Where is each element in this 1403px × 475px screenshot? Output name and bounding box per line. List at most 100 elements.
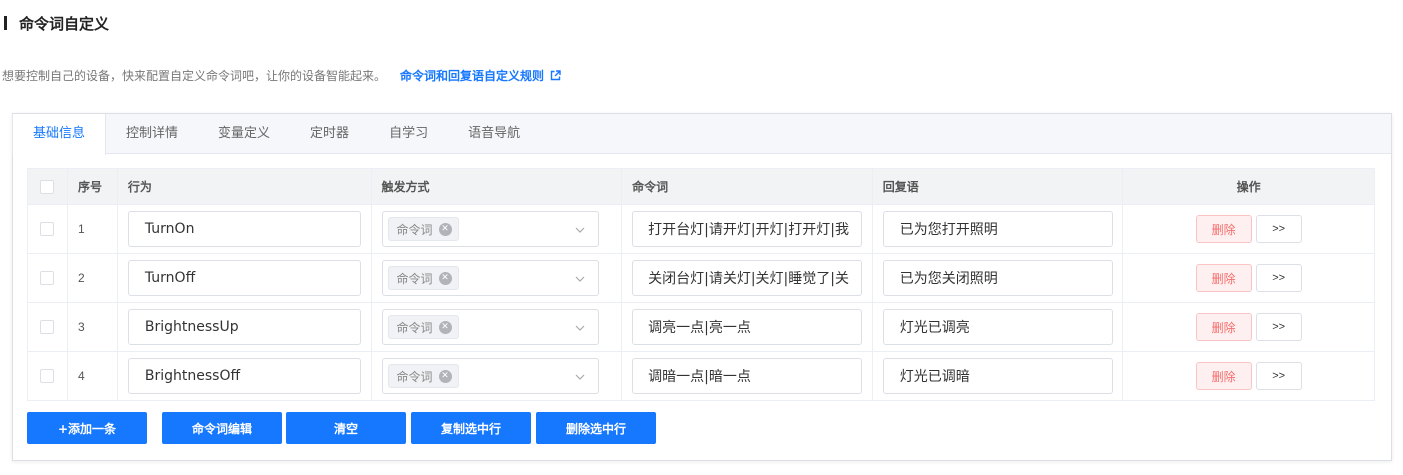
- table-row: 1 TurnOn 命令词 ✕ 打开台灯|请开灯|开灯|打开灯|我 已为您打开照明 …: [28, 205, 1374, 254]
- rules-link[interactable]: 命令词和回复语自定义规则: [400, 67, 561, 84]
- trigger-tag: 命令词 ✕: [387, 315, 459, 339]
- reply-cell: 灯光已调暗: [873, 352, 1124, 400]
- rules-link-label: 命令词和回复语自定义规则: [400, 68, 545, 83]
- table-row: 4 BrightnessOff 命令词 ✕ 调暗一点|暗一点 灯光已调暗 删除 >…: [28, 352, 1374, 401]
- trigger-cell: 命令词 ✕: [372, 205, 623, 253]
- command-cell: 调暗一点|暗一点: [622, 352, 873, 400]
- trigger-select[interactable]: 命令词 ✕: [381, 309, 599, 345]
- row-index-cell: 1: [68, 205, 118, 253]
- trigger-tag-label: 命令词: [396, 320, 433, 335]
- tag-close-icon[interactable]: ✕: [438, 271, 452, 285]
- chevron-down-icon: [575, 325, 584, 331]
- operations-cell: 删除 >>: [1123, 352, 1374, 400]
- row-index: 1: [77, 222, 85, 236]
- row-checkbox-cell: [28, 303, 68, 351]
- operations-cell: 删除 >>: [1123, 254, 1374, 302]
- trigger-cell: 命令词 ✕: [372, 352, 623, 400]
- command-input[interactable]: 调亮一点|亮一点: [632, 309, 863, 345]
- row-checkbox[interactable]: [40, 369, 55, 383]
- delete-button[interactable]: 删除: [1195, 215, 1252, 243]
- trigger-tag: 命令词 ✕: [387, 364, 459, 388]
- reply-input[interactable]: 已为您打开照明: [882, 211, 1113, 247]
- tab-self-learning[interactable]: 自学习: [369, 114, 448, 154]
- chevron-down-icon: [575, 374, 584, 380]
- chevron-down-icon: [575, 227, 584, 233]
- table-header: 序号 行为 触发方式 命令词 回复语 操作: [28, 168, 1374, 205]
- action-cell: BrightnessOff: [118, 352, 372, 400]
- row-checkbox-cell: [28, 254, 68, 302]
- delete-button[interactable]: 删除: [1195, 313, 1252, 341]
- delete-button[interactable]: 删除: [1195, 362, 1252, 390]
- row-checkbox-cell: [28, 205, 68, 253]
- page-description: 想要控制自己的设备，快来配置自定义命令词吧，让你的设备智能起来。 命令词和回复语…: [2, 66, 561, 84]
- trigger-tag-label: 命令词: [396, 369, 433, 384]
- action-cell: TurnOff: [118, 254, 372, 302]
- command-cell: 调亮一点|亮一点: [622, 303, 873, 351]
- header-checkbox-cell: [28, 169, 68, 204]
- row-index-cell: 2: [68, 254, 118, 302]
- copy-selected-button[interactable]: 复制选中行: [411, 412, 531, 444]
- action-input[interactable]: TurnOff: [127, 260, 361, 296]
- row-checkbox[interactable]: [40, 271, 55, 285]
- command-input[interactable]: 关闭台灯|请关灯|关灯|睡觉了|关: [632, 260, 863, 296]
- expand-button[interactable]: >>: [1255, 362, 1302, 390]
- reply-input[interactable]: 灯光已调暗: [882, 358, 1113, 394]
- tab-voice-navigation[interactable]: 语音导航: [448, 114, 540, 154]
- add-row-button[interactable]: +添加一条: [27, 412, 147, 444]
- command-table: 序号 行为 触发方式 命令词 回复语 操作 1 TurnOn 命令词 ✕ 打开台灯…: [27, 168, 1375, 401]
- header-reply: 回复语: [873, 169, 1124, 204]
- operations-cell: 删除 >>: [1123, 303, 1374, 351]
- trigger-tag-label: 命令词: [396, 222, 433, 237]
- edit-commands-button[interactable]: 命令词编辑: [162, 412, 282, 444]
- header-operations: 操作: [1236, 180, 1261, 194]
- action-input[interactable]: BrightnessUp: [127, 309, 361, 345]
- reply-input[interactable]: 已为您关闭照明: [882, 260, 1113, 296]
- header-trigger: 触发方式: [372, 169, 623, 204]
- expand-button[interactable]: >>: [1255, 215, 1302, 243]
- trigger-cell: 命令词 ✕: [372, 303, 623, 351]
- action-input[interactable]: TurnOn: [127, 211, 361, 247]
- row-checkbox[interactable]: [40, 320, 55, 334]
- table-actions: +添加一条 命令词编辑 清空 复制选中行 删除选中行: [27, 412, 656, 444]
- delete-selected-button[interactable]: 删除选中行: [536, 412, 656, 444]
- tab-basic-info[interactable]: 基础信息: [12, 114, 107, 155]
- trigger-cell: 命令词 ✕: [372, 254, 623, 302]
- trigger-select[interactable]: 命令词 ✕: [381, 260, 599, 296]
- reply-input[interactable]: 灯光已调亮: [882, 309, 1113, 345]
- expand-button[interactable]: >>: [1255, 264, 1302, 292]
- tag-close-icon[interactable]: ✕: [438, 320, 452, 334]
- command-cell: 关闭台灯|请关灯|关灯|睡觉了|关: [622, 254, 873, 302]
- trigger-select[interactable]: 命令词 ✕: [381, 211, 599, 247]
- header-command: 命令词: [622, 169, 873, 204]
- tab-variable-definition[interactable]: 变量定义: [198, 114, 290, 154]
- page-title: 命令词自定义: [19, 14, 110, 33]
- tab-timer[interactable]: 定时器: [290, 114, 369, 154]
- trigger-tag: 命令词 ✕: [387, 266, 459, 290]
- action-cell: TurnOn: [118, 205, 372, 253]
- config-panel: 基础信息 控制详情 变量定义 定时器 自学习 语音导航 序号 行为 触发方式 命…: [12, 113, 1392, 461]
- operations-cell: 删除 >>: [1123, 205, 1374, 253]
- trigger-tag: 命令词 ✕: [387, 217, 459, 241]
- delete-button[interactable]: 删除: [1195, 264, 1252, 292]
- header-action: 行为: [118, 169, 372, 204]
- trigger-select[interactable]: 命令词 ✕: [381, 358, 599, 394]
- command-input[interactable]: 打开台灯|请开灯|开灯|打开灯|我: [632, 211, 863, 247]
- command-input[interactable]: 调暗一点|暗一点: [632, 358, 863, 394]
- trigger-tag-label: 命令词: [396, 271, 433, 286]
- reply-cell: 已为您关闭照明: [873, 254, 1124, 302]
- action-input[interactable]: BrightnessOff: [127, 358, 361, 394]
- row-checkbox-cell: [28, 352, 68, 400]
- tag-close-icon[interactable]: ✕: [438, 369, 452, 383]
- row-index: 2: [77, 271, 85, 285]
- title-marker: [4, 16, 7, 30]
- select-all-checkbox[interactable]: [40, 179, 55, 194]
- tag-close-icon[interactable]: ✕: [438, 222, 452, 236]
- tab-control-details[interactable]: 控制详情: [106, 114, 198, 154]
- row-checkbox[interactable]: [40, 222, 55, 236]
- expand-button[interactable]: >>: [1255, 313, 1302, 341]
- header-index: 序号: [68, 169, 118, 204]
- reply-cell: 灯光已调亮: [873, 303, 1124, 351]
- row-index: 3: [77, 320, 85, 334]
- clear-button[interactable]: 清空: [286, 412, 406, 444]
- description-text: 想要控制自己的设备，快来配置自定义命令词吧，让你的设备智能起来。: [2, 68, 387, 83]
